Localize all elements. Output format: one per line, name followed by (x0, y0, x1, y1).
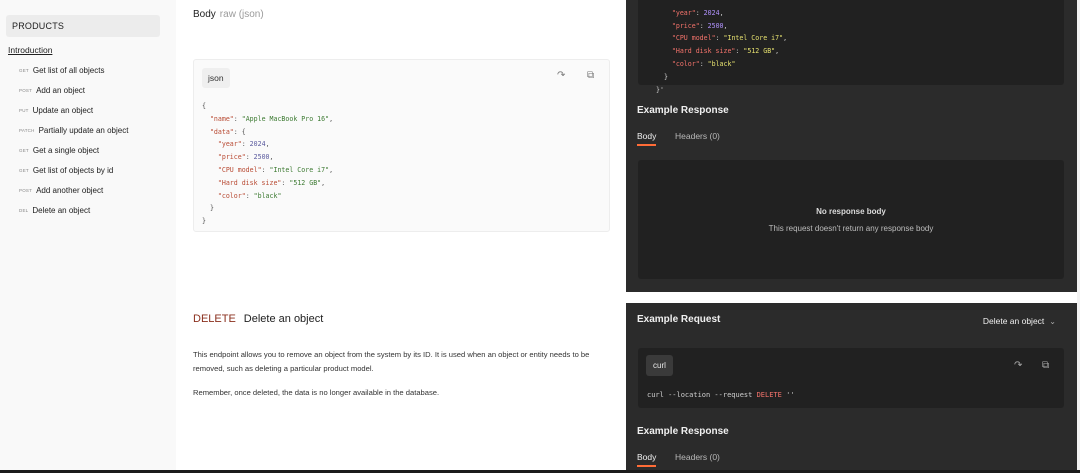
sidebar-item-label: Delete an object (32, 206, 91, 215)
curl-command: curl --location --request DELETE '' (647, 391, 795, 399)
endpoint-note: Remember, once deleted, the data is no l… (193, 388, 440, 397)
example-request-title: Example Request (637, 314, 721, 325)
method-badge: PUT (19, 108, 29, 113)
tab-body[interactable]: Body (637, 131, 657, 146)
sidebar-item-add-an-object[interactable]: POST Add an object (19, 86, 85, 100)
sidebar-item-get-a-single-object[interactable]: GET Get a single object (19, 146, 99, 160)
sidebar-item-introduction[interactable]: Introduction (8, 45, 52, 55)
method-badge: POST (19, 188, 33, 193)
sidebar-item-get-list-of-objects-by-id[interactable]: GET Get list of objects by id (19, 166, 113, 180)
response-body-area: No response body This request doesn't re… (638, 160, 1064, 279)
sidebar-item-add-another-object[interactable]: POST Add another object (19, 186, 103, 200)
no-response-title: No response body (816, 207, 886, 216)
no-response-description: This request doesn't return any response… (768, 224, 934, 233)
endpoint-description: This endpoint allows you to remove an ob… (193, 350, 590, 373)
sidebar: PRODUCTS Introduction GET Get list of all… (0, 0, 176, 470)
wrap-lines-icon[interactable]: ↷ (1014, 361, 1022, 371)
sidebar-section-products[interactable]: PRODUCTS (6, 15, 160, 37)
method-delete: DELETE (193, 313, 236, 325)
method-badge: DEL (19, 208, 29, 213)
sidebar-item-delete-an-object[interactable]: DEL Delete an object (19, 206, 90, 220)
example-response-title: Example Response (637, 105, 729, 116)
method-badge: POST (19, 88, 33, 93)
example-panel-delete: Example Request Delete an object ⌄ curl ↷… (626, 303, 1077, 473)
example-select-value: Delete an object (982, 316, 1045, 326)
request-code-block: "year": 2024, "price": 2500, "CPU model"… (638, 0, 1064, 94)
copy-icon[interactable]: ⧉ (1042, 361, 1049, 371)
body-label: Body (193, 9, 216, 20)
body-type: raw (json) (219, 9, 264, 20)
sidebar-item-get-list-of-all-objects[interactable]: GET Get list of all objects (19, 66, 104, 80)
copy-icon[interactable]: ⧉ (587, 71, 594, 81)
example-response-title: Example Response (637, 426, 729, 437)
example-select-dropdown[interactable]: Delete an object ⌄ (983, 316, 1056, 326)
request-body-code-block: json ↷ ⧉ { "name": "Apple MacBook Pro 16… (193, 59, 610, 232)
sidebar-item-label: Add another object (36, 186, 104, 195)
endpoint-title: DELETE Delete an object (193, 313, 323, 325)
wrap-lines-icon[interactable]: ↷ (557, 71, 565, 81)
code-language-chip[interactable]: json (202, 68, 230, 88)
chevron-down-icon: ⌄ (1049, 317, 1056, 326)
tab-headers[interactable]: Headers (0) (675, 131, 720, 141)
method-badge: GET (19, 68, 29, 73)
sidebar-item-label: Get a single object (32, 146, 100, 155)
method-badge: GET (19, 148, 29, 153)
sidebar-item-label: Get list of all objects (32, 66, 105, 75)
method-badge: GET (19, 168, 29, 173)
sidebar-item-label: Partially update an object (38, 126, 129, 135)
sidebar-item-label: Get list of objects by id (32, 166, 114, 175)
curl-code-block: curl ↷ ⧉ curl --location --request DELET… (638, 348, 1064, 408)
sidebar-item-partially-update-an-object[interactable]: PATCH Partially update an object (19, 126, 128, 140)
sidebar-item-label: Update an object (32, 106, 94, 115)
example-panel-previous: "year": 2024, "price": 2500, "CPU model"… (626, 0, 1077, 292)
body-section-label: Body raw (json) (193, 9, 264, 20)
tab-headers[interactable]: Headers (0) (675, 452, 720, 462)
tab-body[interactable]: Body (637, 452, 657, 467)
endpoint-name: Delete an object (243, 313, 324, 325)
code-language-chip[interactable]: curl (646, 355, 673, 376)
sidebar-item-update-an-object[interactable]: PUT Update an object (19, 106, 93, 120)
sidebar-item-label: Add an object (36, 86, 85, 95)
code-content: "year": 2024, "price": 2500, "CPU model"… (656, 8, 788, 94)
documentation-page: PRODUCTS Introduction GET Get list of all… (0, 0, 1080, 473)
method-badge: PATCH (19, 128, 35, 133)
code-content: { "name": "Apple MacBook Pro 16", "data"… (202, 102, 334, 226)
